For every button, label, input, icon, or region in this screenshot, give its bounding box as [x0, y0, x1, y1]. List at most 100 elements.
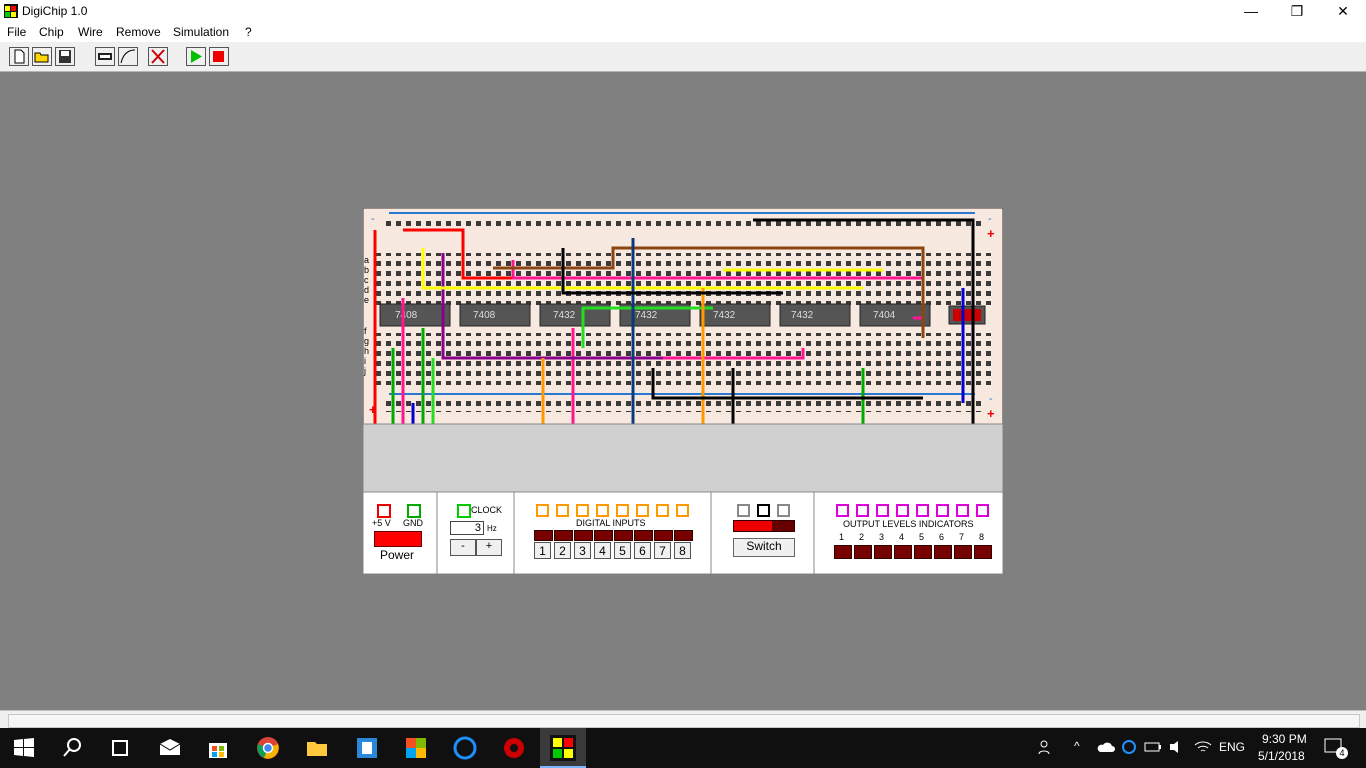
switch-terminal-1[interactable] — [737, 504, 750, 517]
digital-input-terminal-5[interactable] — [616, 504, 629, 517]
app-icon-2[interactable] — [502, 736, 526, 760]
restore-icon: ❐ — [1290, 2, 1304, 19]
digital-input-led-6 — [634, 530, 653, 541]
people-icon[interactable] — [1037, 738, 1055, 756]
switch-terminal-2[interactable] — [757, 504, 770, 517]
digital-input-terminal-1[interactable] — [536, 504, 549, 517]
digital-input-led-5 — [614, 530, 633, 541]
digital-input-button-2[interactable]: 2 — [554, 542, 571, 559]
digichip-taskbar-button[interactable] — [540, 728, 586, 768]
battery-icon[interactable] — [1144, 740, 1162, 754]
show-hidden-icons-button[interactable]: ^ — [1074, 739, 1080, 753]
stop-simulation-button[interactable] — [209, 47, 229, 66]
digital-input-terminal-3[interactable] — [576, 504, 589, 517]
digital-input-terminal-8[interactable] — [676, 504, 689, 517]
output-terminal-7[interactable] — [956, 504, 969, 517]
close-window-button[interactable]: ✕ — [1320, 0, 1366, 22]
output-terminal-6[interactable] — [936, 504, 949, 517]
output-number-1: 1 — [839, 532, 845, 542]
menu-remove[interactable]: Remove — [116, 25, 161, 39]
store-icon[interactable] — [206, 736, 230, 760]
output-terminal-4[interactable] — [896, 504, 909, 517]
task-view-icon[interactable] — [108, 736, 132, 760]
digital-input-button-8[interactable]: 8 — [674, 542, 691, 559]
search-icon[interactable] — [60, 736, 84, 760]
digital-input-terminal-7[interactable] — [656, 504, 669, 517]
chip-3-label: 7432 — [553, 310, 576, 321]
clock-date[interactable]: 5/1/2018 — [1258, 749, 1305, 763]
output-led-6 — [934, 545, 952, 559]
gnd-terminal[interactable] — [407, 504, 421, 518]
switch-terminal-3[interactable] — [777, 504, 790, 517]
chip-7-label: 7404 — [873, 310, 896, 321]
output-terminal-3[interactable] — [876, 504, 889, 517]
mail-icon[interactable] — [158, 736, 182, 760]
file-explorer-icon[interactable] — [305, 736, 329, 760]
output-terminal-1[interactable] — [836, 504, 849, 517]
digital-input-terminal-6[interactable] — [636, 504, 649, 517]
digital-input-button-7[interactable]: 7 — [654, 542, 671, 559]
chip-4-label: 7432 — [635, 310, 658, 321]
run-simulation-button[interactable] — [186, 47, 206, 66]
switch-button[interactable]: Switch — [733, 538, 795, 557]
title-bar: DigiChip 1.0 — ❐ ✕ — [0, 0, 1366, 22]
top-rail-holes — [383, 216, 983, 230]
digital-input-button-6[interactable]: 6 — [634, 542, 651, 559]
restore-button[interactable]: ❐ — [1274, 0, 1320, 22]
onedrive-icon[interactable] — [1097, 740, 1115, 754]
plus5v-terminal[interactable] — [377, 504, 391, 518]
clock-terminal[interactable] — [457, 504, 471, 518]
clock-increase-button[interactable]: + — [476, 539, 502, 556]
minimize-button[interactable]: — — [1228, 0, 1274, 22]
switch-slider[interactable] — [733, 520, 795, 532]
digital-input-terminal-2[interactable] — [556, 504, 569, 517]
action-center-button[interactable]: 4 — [1324, 738, 1348, 761]
output-led-7 — [954, 545, 972, 559]
start-icon[interactable] — [12, 736, 36, 760]
remove-button[interactable] — [148, 47, 168, 66]
run-icon — [191, 50, 202, 63]
breadboard: - - + + + - a b c d e f g h i j 7408 740… — [362, 207, 1004, 575]
language-indicator[interactable]: ENG — [1219, 740, 1245, 754]
output-number-5: 5 — [919, 532, 925, 542]
rail-plus-label-bottom-right: + — [987, 406, 995, 421]
wifi-icon[interactable] — [1194, 739, 1212, 755]
power-panel: +5 V GND Power — [363, 504, 437, 574]
digital-input-led-7 — [654, 530, 673, 541]
digital-input-led-2 — [554, 530, 573, 541]
digital-input-terminal-4[interactable] — [596, 504, 609, 517]
add-wire-button[interactable] — [118, 47, 138, 66]
save-file-button[interactable] — [55, 47, 75, 66]
clock-decrease-button[interactable]: - — [450, 539, 476, 556]
output-number-6: 6 — [939, 532, 945, 542]
digital-input-button-5[interactable]: 5 — [614, 542, 631, 559]
output-number-2: 2 — [859, 532, 865, 542]
menu-simulation[interactable]: Simulation — [173, 25, 229, 39]
clock-time[interactable]: 9:30 PM — [1262, 732, 1307, 746]
status-field — [8, 714, 1360, 728]
output-terminal-5[interactable] — [916, 504, 929, 517]
volume-icon[interactable] — [1168, 739, 1186, 755]
cc-tray-icon[interactable] — [1121, 739, 1137, 755]
add-chip-button[interactable] — [95, 47, 115, 66]
menu-help[interactable]: ? — [245, 25, 252, 39]
output-number-4: 4 — [899, 532, 905, 542]
office-icon[interactable] — [404, 736, 428, 760]
output-led-3 — [874, 545, 892, 559]
new-file-button[interactable] — [9, 47, 29, 66]
menu-wire[interactable]: Wire — [78, 25, 103, 39]
output-terminal-2[interactable] — [856, 504, 869, 517]
menu-chip[interactable]: Chip — [39, 25, 64, 39]
output-terminal-8[interactable] — [976, 504, 989, 517]
power-button[interactable] — [374, 531, 422, 547]
row-letter-g: g — [364, 336, 369, 346]
app-icon-1[interactable] — [355, 736, 379, 760]
open-file-button[interactable] — [32, 47, 52, 66]
clock-frequency-input[interactable]: 3 — [450, 521, 484, 535]
cc-icon[interactable] — [453, 736, 477, 760]
menu-file[interactable]: File — [7, 25, 26, 39]
digital-input-button-4[interactable]: 4 — [594, 542, 611, 559]
chrome-icon[interactable] — [256, 736, 280, 760]
digital-input-button-3[interactable]: 3 — [574, 542, 591, 559]
digital-input-button-1[interactable]: 1 — [534, 542, 551, 559]
